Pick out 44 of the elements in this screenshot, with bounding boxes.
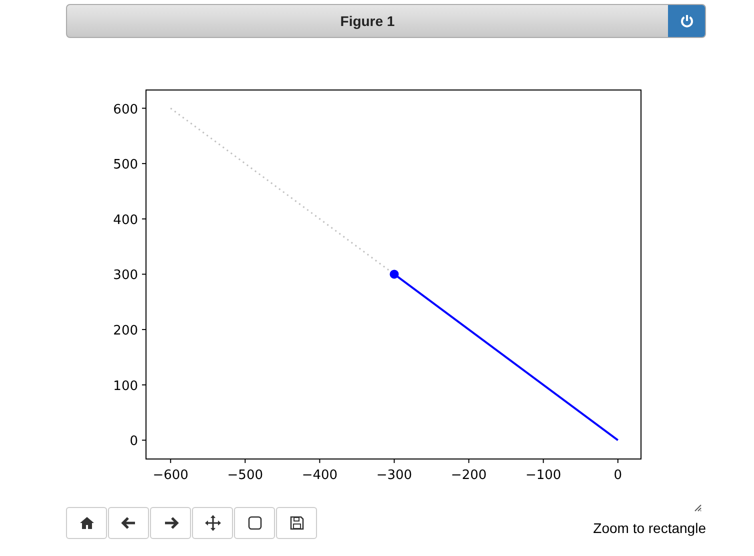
- tick-mark: [244, 458, 246, 464]
- back-arrow-icon: [120, 515, 136, 531]
- x-tick-label: −400: [302, 468, 338, 483]
- square-icon: [246, 515, 262, 531]
- status-message: Zoom to rectangle: [593, 519, 706, 538]
- tick-mark: [468, 458, 470, 464]
- y-tick-label: 200: [113, 324, 138, 339]
- back-button[interactable]: [108, 507, 149, 539]
- tick-mark: [142, 274, 146, 275]
- x-tick-label: −500: [227, 468, 263, 483]
- save-button[interactable]: [276, 507, 317, 539]
- tick-mark: [542, 458, 544, 464]
- tick-mark: [170, 458, 172, 464]
- y-tick-label: 300: [113, 268, 138, 284]
- y-tick-label: 500: [113, 158, 138, 173]
- tick-mark: [142, 440, 146, 441]
- x-tick-label: −100: [525, 468, 562, 483]
- x-tick-label: −600: [152, 468, 188, 483]
- tick-mark: [142, 329, 146, 330]
- zoom-button[interactable]: [234, 507, 275, 539]
- tick-mark: [142, 384, 146, 386]
- x-tick-label: 0: [614, 468, 622, 483]
- power-button[interactable]: [668, 5, 705, 37]
- resize-handle-icon[interactable]: [694, 504, 702, 512]
- x-tick-label: −300: [376, 468, 412, 483]
- x-tick-label: −200: [450, 468, 487, 483]
- tick-mark: [142, 163, 146, 164]
- pan-button[interactable]: [192, 507, 233, 539]
- forward-button[interactable]: [150, 507, 191, 539]
- y-tick-label: 600: [113, 102, 138, 118]
- tick-mark: [319, 458, 320, 464]
- power-icon: [680, 14, 694, 28]
- tick-mark: [142, 108, 146, 109]
- window-title: Figure 1: [339, 12, 396, 31]
- tick-mark: [394, 458, 395, 464]
- move-icon: [204, 515, 220, 531]
- tick-mark: [142, 218, 146, 220]
- y-tick-label: 100: [113, 378, 138, 394]
- home-button[interactable]: [66, 507, 107, 539]
- tick-mark: [617, 458, 618, 464]
- y-tick-label: 400: [113, 212, 138, 228]
- home-icon: [78, 515, 94, 531]
- forward-arrow-icon: [162, 515, 178, 531]
- y-tick-label: 0: [130, 434, 138, 450]
